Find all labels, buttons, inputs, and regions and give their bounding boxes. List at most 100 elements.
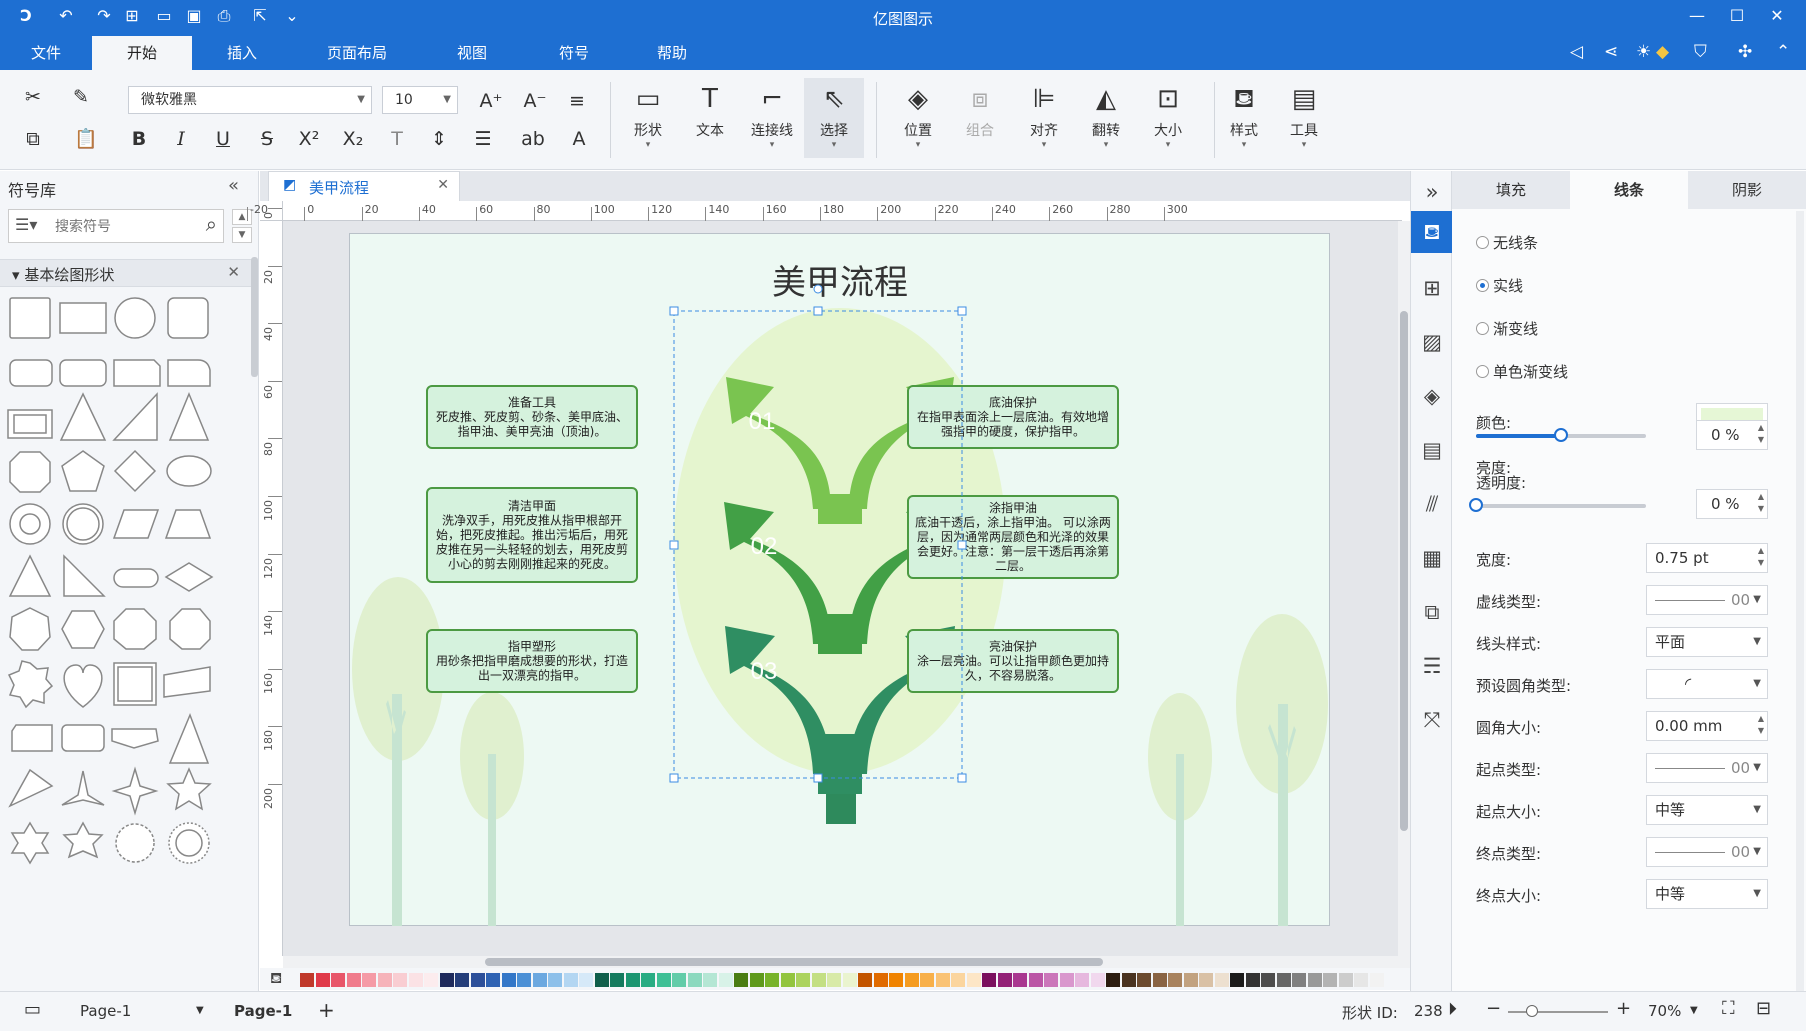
- prop-field[interactable]: 中等 ▼: [1646, 795, 1768, 825]
- color-swatch[interactable]: [796, 973, 810, 987]
- color-swatch[interactable]: [749, 973, 764, 987]
- color-swatch[interactable]: [362, 973, 376, 987]
- tab-shadow[interactable]: 阴影: [1688, 171, 1806, 209]
- layers-icon[interactable]: ◈: [1411, 375, 1453, 417]
- prop-field[interactable]: 0.75 pt ▲ ▼: [1646, 543, 1768, 573]
- premium-gem-icon[interactable]: ◆: [1656, 42, 1669, 62]
- increase-font-icon[interactable]: A⁺: [476, 86, 506, 116]
- page-list-icon[interactable]: ▭: [24, 999, 41, 1020]
- color-swatch[interactable]: [408, 973, 423, 987]
- select-button[interactable]: ⇖ 选择 ▾: [804, 78, 864, 158]
- color-swatch[interactable]: [439, 973, 454, 987]
- theme-icon[interactable]: ☀: [1636, 42, 1651, 62]
- color-swatch[interactable]: [982, 973, 996, 987]
- spin-icon[interactable]: ▲ ▼: [1758, 422, 1764, 446]
- tab-help[interactable]: 帮助: [632, 36, 712, 70]
- spin-icon[interactable]: ▲ ▼: [1758, 491, 1764, 515]
- font-family-select[interactable]: 微软雅黑 ▼: [128, 86, 372, 114]
- transparency-input[interactable]: 0 % ▲ ▼: [1696, 489, 1768, 519]
- chevron-down-icon[interactable]: ▼: [1690, 1005, 1698, 1016]
- tab-insert[interactable]: 插入: [192, 36, 292, 70]
- page-tab[interactable]: Page-1: [234, 1002, 292, 1020]
- color-swatch[interactable]: [1106, 973, 1120, 987]
- close-category-icon[interactable]: ✕: [227, 263, 240, 281]
- color-swatch[interactable]: [1059, 973, 1074, 987]
- tab-home[interactable]: 开始: [92, 36, 192, 70]
- style-button[interactable]: ⛾ 样式 ▾: [1214, 78, 1274, 158]
- color-swatch[interactable]: [718, 973, 733, 987]
- zoom-knob[interactable]: [1526, 1005, 1538, 1017]
- color-swatch[interactable]: [1338, 973, 1353, 987]
- library-menu-icon[interactable]: ☰▾: [15, 215, 37, 234]
- color-swatch[interactable]: [935, 973, 950, 987]
- radio-gradient-line[interactable]: 渐变线: [1476, 318, 1538, 339]
- color-swatch[interactable]: [920, 973, 934, 987]
- radio-solid-line[interactable]: 实线: [1476, 275, 1523, 296]
- color-swatch[interactable]: [1354, 973, 1368, 987]
- chart-icon[interactable]: ⫻: [1411, 483, 1453, 525]
- collapse-ribbon-icon[interactable]: ⌃: [1776, 42, 1790, 62]
- category-header[interactable]: ▾ 基本绘图形状 ✕: [0, 259, 252, 287]
- prop-field[interactable]: 00 ▼: [1646, 585, 1768, 615]
- superscript-icon[interactable]: X²: [294, 124, 324, 154]
- table-icon[interactable]: ▦: [1411, 537, 1453, 579]
- tab-fill[interactable]: 填充: [1452, 171, 1570, 209]
- color-swatch[interactable]: [501, 973, 516, 987]
- color-swatch[interactable]: [873, 973, 888, 987]
- color-swatch[interactable]: [703, 973, 717, 987]
- group-button[interactable]: ⧈ 组合: [950, 78, 1010, 158]
- color-swatch[interactable]: [765, 973, 779, 987]
- prop-field[interactable]: 00 ▼: [1646, 837, 1768, 867]
- tab-symbols[interactable]: 符号: [534, 36, 614, 70]
- color-swatch[interactable]: [377, 973, 392, 987]
- page-selector[interactable]: Page-1: [80, 1002, 131, 1020]
- fill-line-icon[interactable]: ⛾: [1411, 211, 1453, 253]
- redo-icon[interactable]: ↷: [92, 6, 116, 25]
- zoom-in-icon[interactable]: +: [1616, 998, 1631, 1019]
- color-swatch[interactable]: [951, 973, 965, 987]
- chevron-down-icon[interactable]: ▼: [1753, 796, 1761, 824]
- color-swatch[interactable]: [811, 973, 826, 987]
- font-size-select[interactable]: 10 ▼: [382, 86, 458, 114]
- menu-file[interactable]: 文件: [16, 36, 76, 70]
- chevron-down-icon[interactable]: ▼: [196, 1005, 204, 1016]
- new-file-icon[interactable]: ⊞: [120, 6, 144, 25]
- color-swatch[interactable]: [1261, 973, 1275, 987]
- color-swatch[interactable]: [904, 973, 919, 987]
- shapes-grid-icon[interactable]: ⊞: [1411, 267, 1453, 309]
- prop-field[interactable]: 00 ▼: [1646, 753, 1768, 783]
- connect-icon[interactable]: ⤧: [1411, 699, 1453, 741]
- color-swatch[interactable]: [687, 973, 702, 987]
- panel-scrollbar[interactable]: [1796, 211, 1804, 991]
- text-format-icon[interactable]: ☴: [1411, 645, 1453, 687]
- open-folder-icon[interactable]: ▭: [152, 6, 176, 25]
- document-tab[interactable]: ◩ 美甲流程 ✕: [268, 171, 460, 201]
- color-swatch[interactable]: [315, 973, 330, 987]
- color-swatch[interactable]: [1323, 973, 1337, 987]
- color-swatch[interactable]: [1276, 973, 1291, 987]
- color-swatch[interactable]: [610, 973, 624, 987]
- zoom-level[interactable]: 70%: [1648, 1002, 1681, 1020]
- scroll-down-icon[interactable]: ▼: [232, 227, 252, 243]
- color-swatch[interactable]: [532, 973, 547, 987]
- radio-mono-gradient-line[interactable]: 单色渐变线: [1476, 361, 1568, 382]
- flip-button[interactable]: ◭ 翻转 ▾: [1076, 78, 1136, 158]
- color-swatch[interactable]: [1307, 973, 1322, 987]
- decrease-font-icon[interactable]: A⁻: [520, 86, 550, 116]
- subscript-icon[interactable]: X₂: [338, 124, 368, 154]
- case-icon[interactable]: ab: [518, 124, 548, 154]
- step-box-1[interactable]: 准备工具死皮推、死皮剪、砂条、美甲底油、指甲油、美甲亮油（顶油)。: [426, 385, 638, 449]
- color-swatch[interactable]: [1292, 973, 1306, 987]
- color-swatch[interactable]: [1152, 973, 1167, 987]
- brightness-input[interactable]: 0 % ▲ ▼: [1696, 420, 1768, 450]
- collapse-panel-icon[interactable]: «: [228, 175, 239, 196]
- font-color-icon[interactable]: A: [564, 124, 594, 154]
- color-swatch[interactable]: [563, 973, 578, 987]
- line-spacing-icon[interactable]: ⇕: [424, 124, 454, 154]
- spin-icon[interactable]: ▲ ▼: [1758, 713, 1764, 737]
- color-swatch[interactable]: [858, 973, 872, 987]
- horizontal-scrollbar[interactable]: [283, 956, 1410, 968]
- color-swatch[interactable]: [1230, 973, 1244, 987]
- color-swatch[interactable]: [672, 973, 686, 987]
- color-swatch[interactable]: [1199, 973, 1213, 987]
